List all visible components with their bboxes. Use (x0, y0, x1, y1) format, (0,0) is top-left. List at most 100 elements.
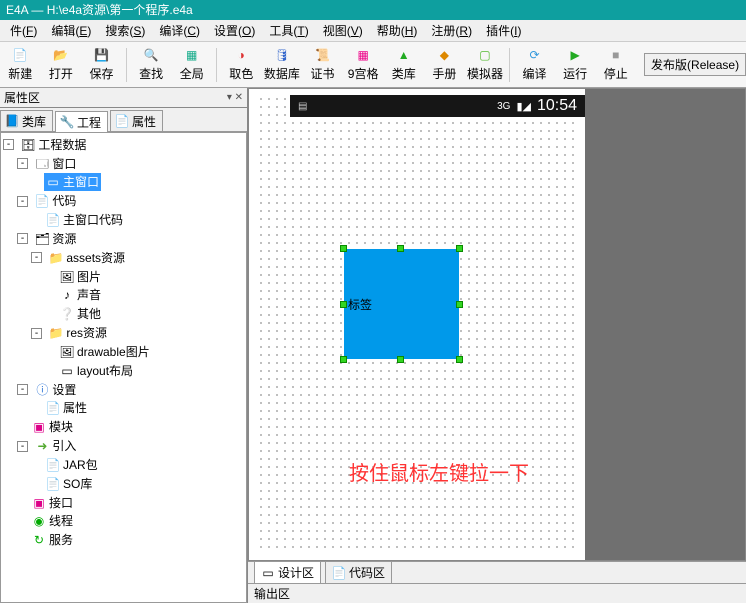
toolbar-sep (509, 48, 510, 82)
new-button[interactable]: 📄新建 (0, 45, 41, 85)
expander-icon[interactable]: - (31, 328, 42, 339)
tree-code[interactable]: 📄代码 (33, 192, 78, 210)
tree-jar[interactable]: 📄JAR包 (44, 456, 100, 474)
menu-s[interactable]: 搜索(S) (99, 20, 151, 41)
save-button[interactable]: 💾保存 (81, 45, 122, 85)
phone-status-bar: ▤ 3G ▮◢ 10:54 (290, 95, 585, 117)
resize-handle-se[interactable] (456, 356, 463, 363)
emulator-button[interactable]: ▢模拟器 (465, 45, 506, 85)
panel-pin-icon[interactable]: ▾ ✕ (227, 92, 243, 103)
color-label: 取色 (229, 65, 253, 82)
classes-label: 类库 (392, 65, 416, 82)
left-tab-类库[interactable]: 📘类库 (0, 110, 53, 131)
menu-f[interactable]: 件(F) (4, 20, 43, 41)
tree-res[interactable]: 📁res资源 (47, 324, 109, 342)
find-button[interactable]: 🔍查找 (131, 45, 172, 85)
tree-import[interactable]: ➜引入 (33, 437, 78, 455)
tree-so[interactable]: 📄SO库 (44, 475, 94, 493)
resize-handle-s[interactable] (397, 356, 404, 363)
tree-interface[interactable]: ▣接口 (30, 494, 75, 512)
expander-icon[interactable]: - (17, 441, 28, 452)
jar-icon: 📄 (46, 458, 60, 472)
tree-modules[interactable]: ▣模块 (30, 418, 75, 436)
menu-o[interactable]: 设置(O) (208, 20, 261, 41)
resize-handle-nw[interactable] (340, 245, 347, 252)
tree-settings[interactable]: ⓘ设置 (33, 381, 78, 399)
open-button[interactable]: 📂打开 (41, 45, 82, 85)
toolbar-sep (216, 48, 217, 82)
expander-icon[interactable]: - (17, 233, 28, 244)
expander-icon[interactable]: - (17, 196, 28, 207)
other-icon: ❔ (60, 307, 74, 321)
database-button[interactable]: 🛢 数据库 (262, 45, 303, 85)
status-3g: 3G (497, 101, 510, 112)
tab-code[interactable]: 📄代码区 (325, 561, 392, 584)
info-icon: ⓘ (35, 383, 49, 397)
database-label: 数据库 (264, 65, 300, 82)
menu-r[interactable]: 注册(R) (425, 20, 478, 41)
run-button[interactable]: ▶运行 (555, 45, 596, 85)
tree-window[interactable]: 🗔窗口 (33, 155, 78, 173)
project-tree[interactable]: - 🗄工程数据 - 🗔窗口 ▭主窗口 - 📄代码 📄主窗口代码 (0, 132, 247, 603)
left-tab-属性[interactable]: 📄属性 (110, 110, 163, 131)
stop-button[interactable]: ■停止 (595, 45, 636, 85)
tree-props[interactable]: 📄属性 (44, 399, 89, 417)
release-button[interactable]: 发布版(Release) (644, 53, 746, 76)
expander-icon[interactable]: - (17, 384, 28, 395)
expander-icon[interactable]: - (31, 252, 42, 263)
tree-root[interactable]: 🗄工程数据 (19, 136, 88, 154)
color-button[interactable]: ◑ 取色 (221, 45, 262, 85)
compile-button[interactable]: ⟳编译 (514, 45, 555, 85)
manual-button[interactable]: ◆ 手册 (424, 45, 465, 85)
tree-main-window[interactable]: ▭主窗口 (44, 173, 101, 191)
expander-icon[interactable]: - (17, 158, 28, 169)
database-icon: 🛢 (274, 47, 290, 63)
panel-header: 属性区 ▾ ✕ (0, 88, 247, 108)
manual-label: 手册 (432, 65, 456, 82)
menu-c[interactable]: 编译(C) (153, 20, 206, 41)
res-icon: 🗂 (35, 232, 49, 246)
menu-i[interactable]: 插件(I) (480, 20, 527, 41)
tree-drawable[interactable]: 🖼drawable图片 (58, 343, 152, 361)
resize-handle-w[interactable] (340, 301, 347, 308)
resize-handle-ne[interactable] (456, 245, 463, 252)
designer-area[interactable]: ▤ 3G ▮◢ 10:54 标签 (248, 88, 746, 561)
tab-icon: 📘 (5, 114, 19, 128)
tree-image[interactable]: 🖼图片 (58, 268, 103, 286)
designer-gutter (585, 89, 745, 560)
import-icon: ➜ (35, 439, 49, 453)
window-icon: 🗔 (35, 157, 49, 171)
menu-e[interactable]: 编辑(E) (45, 20, 97, 41)
global-button[interactable]: ▦全局 (171, 45, 212, 85)
widget-label[interactable]: 标签 (344, 249, 459, 359)
form-icon: ▭ (46, 175, 60, 189)
toolbar: 📄新建📂打开💾保存🔍查找▦全局 ◑ 取色 🛢 数据库📜证书▦9宫格▲类库 ◆ 手册 ▢模拟器⟳… (0, 42, 746, 88)
expander-icon[interactable]: - (3, 139, 14, 150)
center-panel: ▤ 3G ▮◢ 10:54 标签 (248, 88, 746, 603)
tree-sound[interactable]: ♪声音 (58, 286, 103, 304)
manual-icon: ◆ (436, 47, 452, 63)
menu-t[interactable]: 工具(T) (263, 20, 314, 41)
tree-assets[interactable]: 📁assets资源 (47, 249, 127, 267)
resize-handle-sw[interactable] (340, 356, 347, 363)
cert-button[interactable]: 📜证书 (302, 45, 343, 85)
left-tab-工程[interactable]: 🔧工程 (55, 111, 108, 132)
tree-service[interactable]: ↻服务 (30, 531, 75, 549)
cert-icon: 📜 (315, 47, 331, 63)
save-label: 保存 (90, 65, 114, 82)
tree-layout[interactable]: ▭layout布局 (58, 362, 135, 380)
resize-handle-n[interactable] (397, 245, 404, 252)
menu-v[interactable]: 视图(V) (317, 20, 369, 41)
tree-thread[interactable]: ◉线程 (30, 512, 75, 530)
color-icon: ◑ (233, 47, 249, 63)
resize-handle-e[interactable] (456, 301, 463, 308)
tree-main-window-code[interactable]: 📄主窗口代码 (44, 211, 125, 229)
nine-button[interactable]: ▦9宫格 (343, 45, 384, 85)
new-icon: 📄 (12, 47, 28, 63)
tree-other[interactable]: ❔其他 (58, 305, 103, 323)
menu-h[interactable]: 帮助(H) (371, 20, 424, 41)
tab-design[interactable]: ▭设计区 (254, 561, 321, 584)
tab-icon: 📄 (115, 114, 129, 128)
tree-resources[interactable]: 🗂资源 (33, 230, 78, 248)
classes-button[interactable]: ▲类库 (383, 45, 424, 85)
